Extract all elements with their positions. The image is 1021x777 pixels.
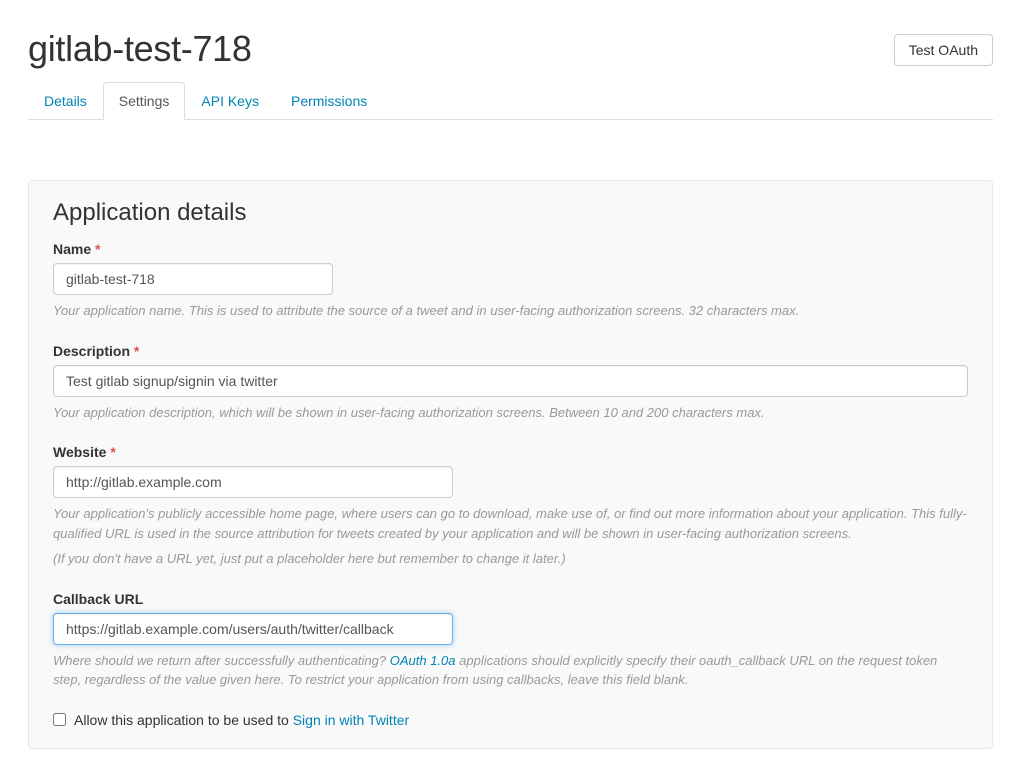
page-title: gitlab-test-718	[28, 28, 252, 70]
oauth-1-0a-link[interactable]: OAuth 1.0a	[390, 653, 456, 668]
allow-signin-checkbox[interactable]	[53, 713, 66, 726]
description-input[interactable]	[53, 365, 968, 397]
test-oauth-button[interactable]: Test OAuth	[894, 34, 993, 66]
name-input[interactable]	[53, 263, 333, 295]
callback-label: Callback URL	[53, 591, 143, 607]
callback-help: Where should we return after successfull…	[53, 651, 968, 690]
allow-signin-label: Allow this application to be used to Sig…	[74, 712, 409, 728]
panel-heading: Application details	[53, 199, 968, 227]
tab-details[interactable]: Details	[28, 82, 103, 120]
description-help: Your application description, which will…	[53, 403, 968, 423]
tab-settings[interactable]: Settings	[103, 82, 186, 120]
application-details-panel: Application details Name * Your applicat…	[28, 180, 993, 749]
sign-in-with-twitter-link[interactable]: Sign in with Twitter	[293, 712, 409, 728]
description-label: Description *	[53, 343, 139, 359]
name-help: Your application name. This is used to a…	[53, 301, 968, 321]
name-label: Name *	[53, 241, 100, 257]
website-label: Website *	[53, 444, 116, 460]
tab-api-keys[interactable]: API Keys	[185, 82, 275, 120]
website-help-1: Your application's publicly accessible h…	[53, 504, 968, 543]
tab-permissions[interactable]: Permissions	[275, 82, 383, 120]
website-input[interactable]	[53, 466, 453, 498]
website-help-2: (If you don't have a URL yet, just put a…	[53, 549, 968, 569]
callback-input[interactable]	[53, 613, 453, 645]
tab-bar: Details Settings API Keys Permissions	[28, 82, 993, 120]
